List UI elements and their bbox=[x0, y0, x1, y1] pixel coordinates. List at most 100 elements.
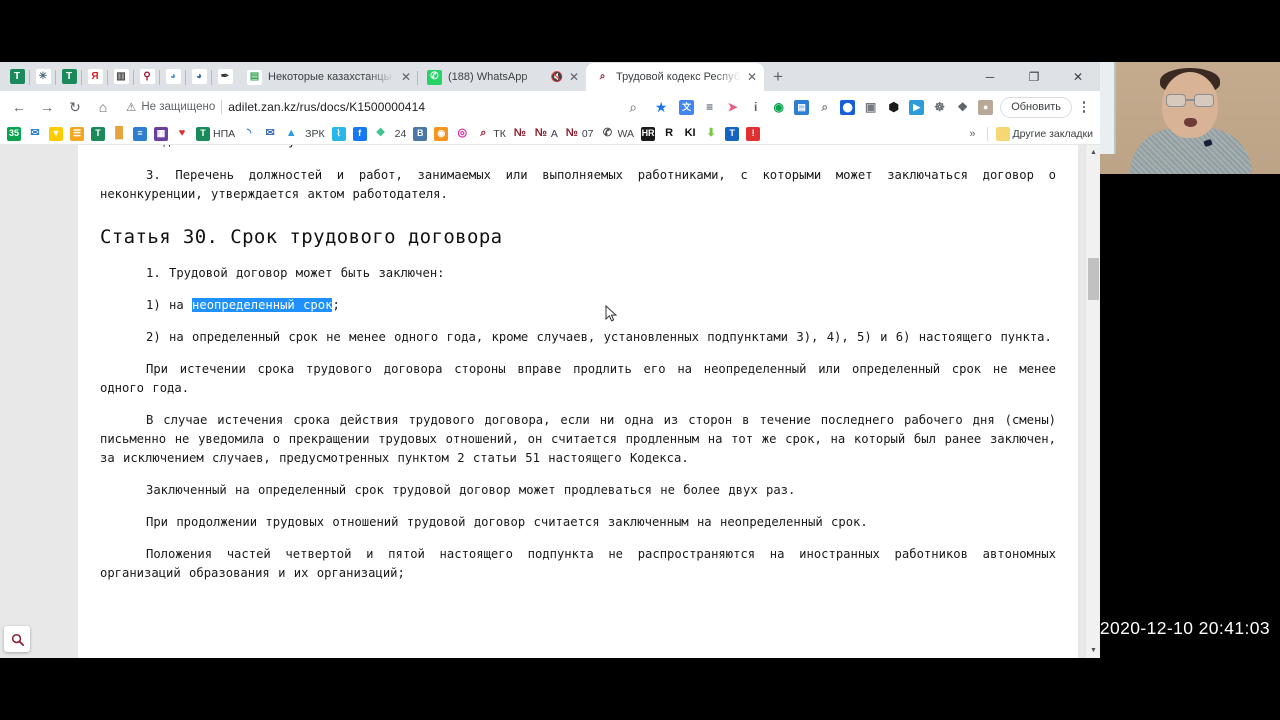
vertical-scrollbar[interactable]: ▲ ▼ bbox=[1085, 145, 1100, 658]
image-extension[interactable]: ▣ bbox=[860, 97, 881, 118]
record-extension[interactable]: ◉ bbox=[768, 97, 789, 118]
bookmark-item-2[interactable]: ✉ bbox=[25, 124, 45, 144]
bookmark-item-17[interactable]: ❖ bbox=[371, 124, 391, 144]
pinned-tab-9[interactable]: ✒ bbox=[211, 64, 238, 90]
selected-text[interactable]: неопределенный срок bbox=[192, 298, 333, 312]
bookmark-favicon: 35 bbox=[7, 126, 21, 141]
bookmark-item-24[interactable]: № А bbox=[531, 124, 561, 144]
layers-extension[interactable]: ≡ bbox=[699, 97, 720, 118]
video-extension[interactable]: ▶ bbox=[906, 97, 927, 118]
pinned-tab-8[interactable]: ◕ bbox=[185, 64, 212, 90]
new-tab-button[interactable]: + bbox=[764, 63, 792, 91]
bookmark-star-icon[interactable]: ★ bbox=[648, 94, 674, 120]
bookmark-item-31[interactable]: T bbox=[722, 124, 742, 144]
sub-item-2: 2) на определенный срок не менее одного … bbox=[146, 330, 1052, 344]
forward-icon[interactable]: → bbox=[34, 94, 60, 120]
bookmark-item-7[interactable]: ≡ bbox=[130, 124, 150, 144]
bookmark-item-21[interactable]: ◎ bbox=[452, 124, 472, 144]
find-on-page-button[interactable] bbox=[4, 626, 30, 652]
pinned-tab-2[interactable]: ✳ bbox=[29, 64, 56, 90]
bookmarks-overflow-button[interactable]: » bbox=[963, 128, 981, 140]
search-extension[interactable]: ⌕ bbox=[814, 97, 835, 118]
other-bookmarks-folder[interactable]: Другие закладки bbox=[993, 124, 1096, 144]
tab-title: (188) WhatsApp bbox=[448, 71, 528, 83]
favicon: T bbox=[61, 69, 77, 84]
bookmark-item-15[interactable]: ⌇ bbox=[329, 124, 349, 144]
tab-mute-icon[interactable]: 🔇 bbox=[550, 72, 562, 83]
bookmark-item-16[interactable]: f bbox=[350, 124, 370, 144]
bookmark-item-4[interactable]: ☰ bbox=[67, 124, 87, 144]
globe-extension[interactable]: ☸ bbox=[929, 97, 950, 118]
tab-1[interactable]: ▤ Некоторые казахстанцы не смо ✕ bbox=[238, 63, 418, 91]
bookmark-favicon: ⬇ bbox=[704, 126, 719, 141]
close-button[interactable]: ✕ bbox=[1056, 62, 1100, 91]
translate-extension[interactable]: 文 bbox=[676, 97, 697, 118]
puzzle-extension[interactable]: ❖ bbox=[952, 97, 973, 118]
bookmark-item-12[interactable]: ✉ bbox=[260, 124, 280, 144]
minimize-button[interactable]: ─ bbox=[968, 62, 1012, 91]
profile-avatar[interactable]: ● bbox=[975, 97, 996, 118]
bookmark-item-8[interactable]: ▦ bbox=[151, 124, 171, 144]
bookmark-item-26[interactable]: ✆ WA bbox=[598, 124, 638, 144]
bookmark-item-14[interactable]: ЗРК bbox=[302, 124, 327, 144]
bookmark-item-20[interactable]: ◉ bbox=[431, 124, 451, 144]
tab-close-icon[interactable]: ✕ bbox=[401, 71, 411, 83]
info-extension[interactable]: i bbox=[745, 97, 766, 118]
bookmark-item-13[interactable]: ▲ bbox=[281, 124, 301, 144]
bitwarden-extension[interactable]: ⬤ bbox=[837, 97, 858, 118]
scroll-up-arrow[interactable]: ▲ bbox=[1086, 145, 1100, 160]
tab-close-icon[interactable]: ✕ bbox=[747, 71, 757, 83]
bookmark-favicon: ✉ bbox=[28, 126, 42, 141]
bookmark-item-32[interactable]: ! bbox=[743, 124, 763, 144]
bookmark-item-6[interactable]: █ bbox=[109, 124, 129, 144]
timestamp-overlay: 2020-12-10 20:41:03 bbox=[1094, 616, 1276, 641]
bookmark-item-28[interactable]: R bbox=[659, 124, 679, 144]
webcam-person-glasses bbox=[1166, 94, 1214, 107]
bookmark-item-3[interactable]: ▼ bbox=[46, 124, 66, 144]
bookmark-item-29[interactable]: KІ bbox=[680, 124, 700, 144]
tab-3[interactable]: ⌕ Трудовой кодекс Республики К ✕ bbox=[586, 63, 764, 91]
bookmark-item-22[interactable]: ⌕ ТК bbox=[473, 124, 509, 144]
bookmark-item-27[interactable]: HR bbox=[638, 124, 658, 144]
bookmark-item-25[interactable]: № 07 bbox=[562, 124, 597, 144]
bookmark-item-5[interactable]: T bbox=[88, 124, 108, 144]
bookmark-item-30[interactable]: ⬇ bbox=[701, 124, 721, 144]
pinned-tab-7[interactable]: ◕ bbox=[159, 64, 186, 90]
not-secure-indicator[interactable]: ⚠ Не защищено bbox=[126, 100, 215, 114]
box-extension[interactable]: ⬢ bbox=[883, 97, 904, 118]
icon: ▶ bbox=[909, 99, 925, 115]
icon: i bbox=[748, 99, 764, 115]
pinned-tab-1[interactable]: T bbox=[4, 64, 30, 90]
tab-strip: T✳TЯ▥⚲◕◕✒ ▤Некоторые казахстанцы не смо✕… bbox=[0, 62, 1100, 91]
reload-icon[interactable]: ↻ bbox=[62, 94, 88, 120]
bookmark-item-19[interactable]: B bbox=[410, 124, 430, 144]
pinned-tab-3[interactable]: T bbox=[55, 64, 82, 90]
arrow-extension[interactable]: ➤ bbox=[722, 97, 743, 118]
pinned-tab-6[interactable]: ⚲ bbox=[133, 64, 160, 90]
bookmarks-bar: 35 ✉ ▼ ☰ T █ ≡ ▦ ♥ T НПА ◝ ✉ ▲ ЗРК ⌇ f ❖ 24 B ◉ ◎ ⌕ ТК № № А № 07 ✆ WA… bbox=[0, 123, 1100, 145]
maximize-button[interactable]: ❐ bbox=[1012, 62, 1056, 91]
bookmark-item-18[interactable]: 24 bbox=[392, 124, 410, 144]
pinned-tab-4[interactable]: Я bbox=[81, 64, 108, 90]
tab-close-icon[interactable]: ✕ bbox=[569, 71, 579, 83]
update-button[interactable]: Обновить bbox=[1000, 96, 1072, 118]
window-controls: ─ ❐ ✕ bbox=[968, 62, 1100, 91]
zoom-icon[interactable]: ⌕ bbox=[620, 94, 646, 120]
pinned-tab-5[interactable]: ▥ bbox=[107, 64, 134, 90]
bookmark-favicon: T bbox=[725, 126, 740, 141]
bookmark-item-1[interactable]: 35 bbox=[4, 124, 24, 144]
address-bar[interactable]: ⚠ Не защищено adilet.zan.kz/rus/docs/K15… bbox=[118, 94, 618, 120]
home-icon[interactable]: ⌂ bbox=[90, 94, 116, 120]
back-icon[interactable]: ← bbox=[6, 94, 32, 120]
tab-2[interactable]: ✆ (188) WhatsApp 🔇 ✕ bbox=[417, 63, 586, 91]
bookmark-item-11[interactable]: ◝ bbox=[239, 124, 259, 144]
tab-title: Некоторые казахстанцы не смо bbox=[268, 71, 395, 83]
id-card-extension[interactable]: ▤ bbox=[791, 97, 812, 118]
scrollbar-thumb[interactable] bbox=[1088, 258, 1099, 300]
chrome-menu-icon[interactable] bbox=[1074, 101, 1094, 113]
bookmark-item-23[interactable]: № bbox=[510, 124, 530, 144]
bookmark-item-9[interactable]: ♥ bbox=[172, 124, 192, 144]
bookmark-item-10[interactable]: T НПА bbox=[193, 124, 238, 144]
timestamp-text: 2020-12-10 20:41:03 bbox=[1099, 618, 1270, 638]
scroll-down-arrow[interactable]: ▼ bbox=[1086, 643, 1100, 658]
